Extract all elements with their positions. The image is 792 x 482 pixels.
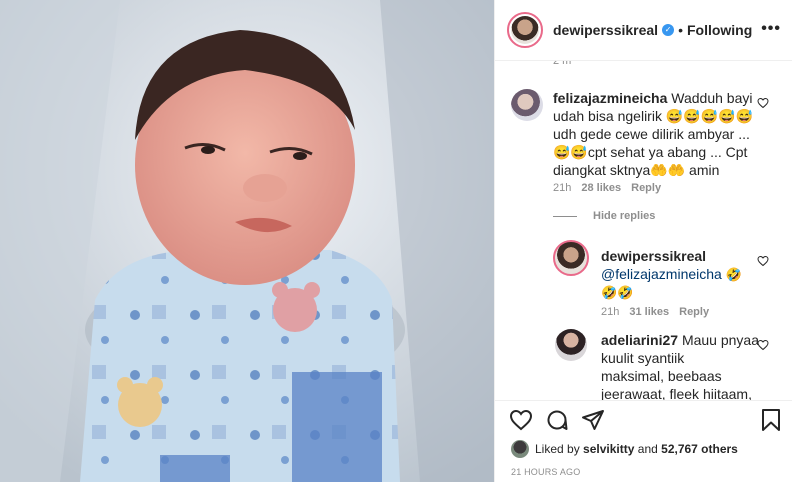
header-separator: • xyxy=(678,22,683,38)
reply-text-line: jeerawaat, fleek hiitaam, xyxy=(601,386,752,400)
post-photo[interactable] xyxy=(0,0,494,482)
comment-text-line: 😅😅cpt sehat ya abang ... Cpt xyxy=(553,144,748,160)
liked-by-count[interactable]: 52,767 others xyxy=(661,442,738,456)
share-icon[interactable] xyxy=(581,408,605,432)
reply-username[interactable]: dewiperssikreal xyxy=(601,248,706,264)
comment-text-line: udah bisa ngelirik 😅😅😅😅😅 xyxy=(553,108,754,124)
baby-photo-image xyxy=(0,0,494,482)
liked-by-row: Liked by selvikitty and 52,767 others xyxy=(511,440,738,458)
reply-avatar[interactable] xyxy=(555,329,587,361)
comment-item: felizajazmineicha Wadduh bayi udah bisa … xyxy=(553,89,758,179)
liked-by-and: and xyxy=(637,442,658,456)
reply-text-line: kuulit syantiik xyxy=(601,350,685,366)
bookmark-icon[interactable] xyxy=(759,408,783,432)
reply-reply-button[interactable]: Reply xyxy=(679,306,709,318)
reply-meta: 21h 31 likes Reply xyxy=(601,306,709,318)
post-details-panel: dewiperssikreal ✓ • Following ••• 2 m fe… xyxy=(494,0,792,482)
reply-like-heart-icon[interactable] xyxy=(757,255,769,267)
following-button[interactable]: Following xyxy=(687,22,752,38)
comment-text-line: Wadduh bayi xyxy=(671,90,753,106)
reply-emoji-line: 🤣🤣 xyxy=(601,285,634,300)
hide-replies-button[interactable]: Hide replies xyxy=(553,210,655,222)
hide-replies-line xyxy=(553,215,577,217)
comment-time: 21h xyxy=(553,182,572,194)
comment-icon[interactable] xyxy=(545,408,569,432)
post-header: dewiperssikreal ✓ • Following ••• xyxy=(495,0,792,61)
reply-likes[interactable]: 31 likes xyxy=(629,306,669,318)
reply-text-line: Mauu pnyaa xyxy=(681,332,759,348)
reply-emoji: 🤣 xyxy=(725,267,742,282)
reply-mention-link[interactable]: @felizajazmineicha xyxy=(601,266,722,282)
comment-reply-button[interactable]: Reply xyxy=(631,182,661,194)
verified-badge-icon: ✓ xyxy=(662,24,675,36)
reply-username[interactable]: adeliarini27 xyxy=(601,332,678,348)
comment-meta: 21h 28 likes Reply xyxy=(553,182,661,194)
liker-avatar[interactable] xyxy=(511,440,529,458)
author-avatar-image xyxy=(511,16,539,44)
post-actions-bar: Liked by selvikitty and 52,767 others 21… xyxy=(495,400,792,482)
comment-avatar[interactable] xyxy=(511,89,543,121)
liked-by-user[interactable]: selvikitty xyxy=(583,442,634,456)
caption-time: 2 m xyxy=(553,61,572,67)
comment-like-heart-icon[interactable] xyxy=(757,97,769,109)
comments-list[interactable]: 2 m felizajazmineicha Wadduh bayi udah b… xyxy=(495,61,792,400)
comment-likes[interactable]: 28 likes xyxy=(581,182,621,194)
reply-item: adeliarini27 Mauu pnyaa kuulit syantiik … xyxy=(601,331,761,400)
author-avatar[interactable] xyxy=(507,12,543,48)
comment-text-line: udh gede cewe dilirik ambyar ... xyxy=(553,126,750,142)
reply-avatar[interactable] xyxy=(553,240,589,276)
reply-text-line: maksimal, beebaas xyxy=(601,368,722,384)
liked-by-prefix: Liked by xyxy=(535,442,580,456)
comment-text-line: diangkat sktnya🤲🤲 amin xyxy=(553,162,720,178)
more-icon[interactable]: ••• xyxy=(761,20,781,38)
reply-like-heart-icon[interactable] xyxy=(757,339,769,351)
reply-time: 21h xyxy=(601,306,620,318)
reply-item: dewiperssikreal @felizajazmineicha 🤣 🤣🤣 xyxy=(601,247,761,302)
post-timestamp: 21 HOURS AGO xyxy=(511,467,581,477)
author-username[interactable]: dewiperssikreal xyxy=(553,22,658,38)
hide-replies-label: Hide replies xyxy=(593,210,656,222)
heart-icon[interactable] xyxy=(509,408,533,432)
comment-username[interactable]: felizajazmineicha xyxy=(553,90,667,106)
